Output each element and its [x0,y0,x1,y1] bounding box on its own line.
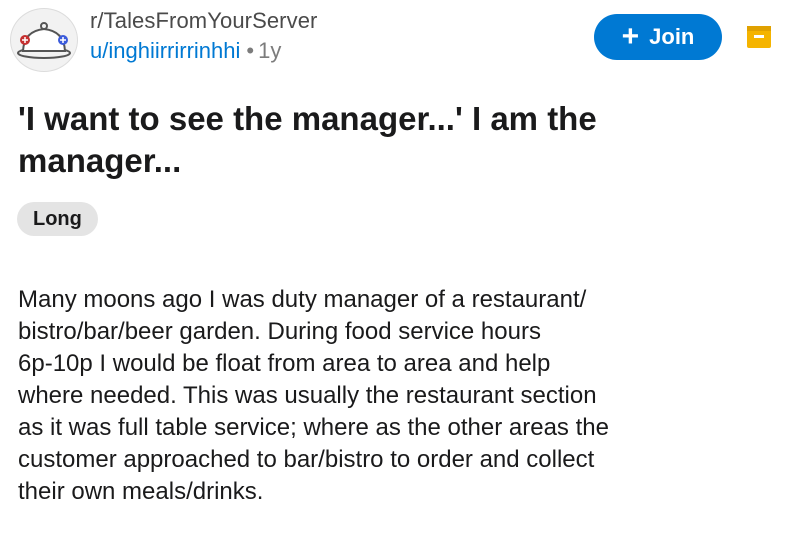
author-link[interactable]: u/inghiirrirrinhhi [90,38,240,63]
body-line: as it was full table service; where as t… [18,414,609,441]
cloche-icon [17,22,71,59]
join-button[interactable]: + Join [594,14,722,60]
body-line: where needed. This was usually the resta… [18,382,597,409]
body-line: 6p-10p I would be float from area to are… [18,350,551,377]
post-header: r/TalesFromYourServer u/inghiirrirrinhhi… [0,0,800,80]
subreddit-avatar[interactable] [10,8,78,72]
post-age: 1y [258,38,282,63]
join-button-label: Join [649,24,695,49]
post-body: Many moons ago I was duty manager of a r… [18,284,788,508]
plus-icon: + [621,20,640,53]
meta-separator: • [246,38,255,63]
body-line: bistro/bar/beer garden. During food serv… [18,318,541,345]
body-line: their own meals/drinks. [18,478,264,505]
subreddit-name[interactable]: r/TalesFromYourServer [90,8,317,34]
post-title[interactable]: 'I want to see the manager...' I am the … [18,98,738,182]
post-flair[interactable]: Long [17,202,98,236]
save-icon[interactable] [746,24,772,50]
post-meta: u/inghiirrirrinhhi • 1y [90,38,281,64]
body-line: customer approached to bar/bistro to ord… [18,446,595,473]
body-line: Many moons ago I was duty manager of a r… [18,286,587,313]
